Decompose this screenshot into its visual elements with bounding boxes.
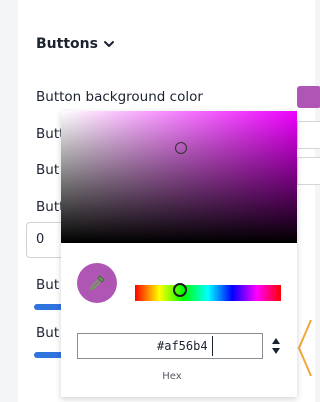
color-picker-popover: #af56b4 Hex xyxy=(61,111,297,397)
color-format-label: Hex xyxy=(162,371,182,382)
hue-slider-thumb[interactable] xyxy=(173,283,187,297)
setting-label-3: But xyxy=(36,162,60,178)
slider-track-1[interactable] xyxy=(34,304,64,310)
setting-label-5: But xyxy=(36,277,60,293)
section-title: Buttons xyxy=(36,36,98,52)
hue-slider[interactable] xyxy=(135,285,281,301)
button-background-color-swatch[interactable] xyxy=(297,86,320,108)
text-caret xyxy=(212,336,213,356)
setting-field-3[interactable] xyxy=(297,157,320,185)
eyedropper-icon xyxy=(89,275,105,291)
button-background-color-label: Button background color xyxy=(36,89,203,105)
section-header-buttons[interactable]: Buttons xyxy=(36,36,115,52)
hex-input[interactable]: #af56b4 xyxy=(77,333,263,359)
saturation-value-cursor[interactable] xyxy=(175,142,187,154)
hex-input-value: #af56b4 xyxy=(157,339,208,353)
up-down-arrows-icon[interactable] xyxy=(269,335,283,357)
setting-label-6: But xyxy=(36,325,60,341)
chevron-down-icon xyxy=(103,41,114,47)
chevron-left-icon xyxy=(297,319,312,377)
number-input-value: 0 xyxy=(36,232,45,247)
saturation-value-area[interactable] xyxy=(61,111,297,243)
slider-track-2[interactable] xyxy=(34,352,64,358)
current-color-preview[interactable] xyxy=(77,263,117,303)
setting-field-2[interactable] xyxy=(297,121,320,149)
